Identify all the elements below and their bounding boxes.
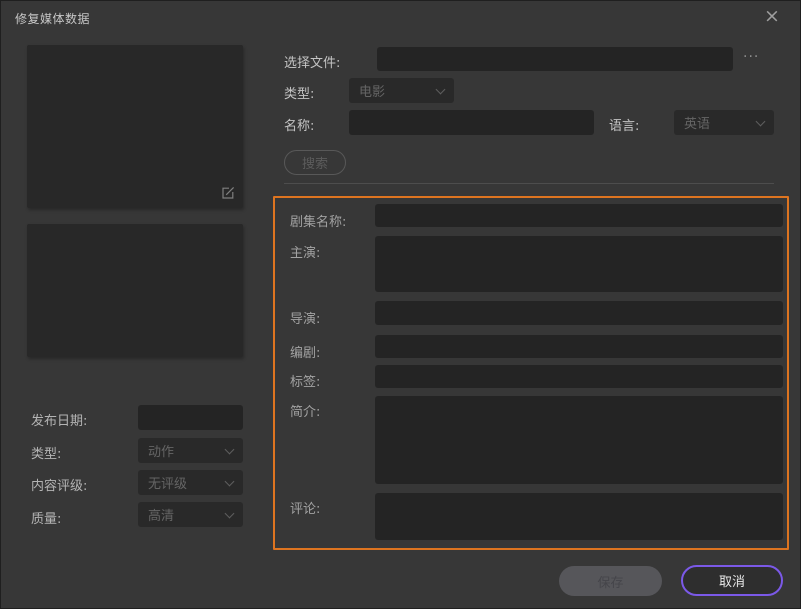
quality-select[interactable]: 高清: [138, 502, 243, 527]
director-label: 导演:: [290, 308, 320, 327]
synopsis-label: 简介:: [290, 401, 320, 420]
chevron-down-icon: [756, 117, 766, 127]
series-name-label: 剧集名称:: [290, 211, 346, 230]
tags-label: 标签:: [290, 371, 320, 390]
cancel-button[interactable]: 取消: [681, 565, 783, 596]
starring-label: 主演:: [290, 242, 320, 261]
edit-poster-icon[interactable]: [220, 185, 236, 201]
screenwriter-label: 编剧:: [290, 342, 320, 361]
genre-value: 动作: [148, 441, 174, 460]
series-name-input[interactable]: [375, 204, 783, 227]
content-rating-select[interactable]: 无评级: [138, 470, 243, 495]
media-type-value: 电影: [359, 81, 385, 100]
search-button[interactable]: 搜索: [284, 150, 346, 175]
browse-file-button[interactable]: ···: [743, 49, 759, 65]
select-file-input[interactable]: [377, 47, 733, 71]
starring-textarea[interactable]: [375, 236, 783, 292]
chevron-down-icon: [225, 445, 235, 455]
quality-value: 高清: [148, 505, 174, 524]
release-date-label: 发布日期:: [31, 410, 87, 429]
content-rating-value: 无评级: [148, 473, 187, 492]
name-input[interactable]: [349, 110, 594, 135]
select-file-label: 选择文件:: [284, 52, 340, 71]
poster-placeholder: [27, 45, 243, 208]
name-label: 名称:: [284, 115, 314, 134]
backdrop-placeholder: [27, 224, 243, 357]
director-input[interactable]: [375, 301, 783, 325]
genre-select[interactable]: 动作: [138, 438, 243, 463]
genre-label: 类型:: [31, 443, 61, 462]
synopsis-textarea[interactable]: [375, 396, 783, 484]
comments-textarea[interactable]: [375, 493, 783, 540]
section-divider: [284, 183, 774, 184]
chevron-down-icon: [225, 477, 235, 487]
language-label: 语言:: [609, 115, 639, 134]
metadata-highlight-box: 剧集名称: 主演: 导演: 编剧: 标签: 简介: 评论:: [273, 196, 789, 550]
language-value: 英语: [684, 113, 710, 132]
quality-label: 质量:: [31, 508, 61, 527]
chevron-down-icon: [225, 509, 235, 519]
media-type-select[interactable]: 电影: [349, 78, 454, 103]
release-date-input[interactable]: [138, 405, 243, 430]
chevron-down-icon: [436, 85, 446, 95]
repair-media-data-dialog: 修复媒体数据 × 发布日期: 类型: 动作 内容评级: 无评级 质量: 高清 选…: [0, 0, 801, 609]
save-button[interactable]: 保存: [559, 566, 662, 596]
close-icon[interactable]: ×: [761, 7, 783, 26]
content-rating-label: 内容评级:: [31, 475, 87, 494]
tags-input[interactable]: [375, 365, 783, 388]
language-select[interactable]: 英语: [674, 110, 774, 135]
media-type-label: 类型:: [284, 83, 314, 102]
screenwriter-input[interactable]: [375, 335, 783, 358]
comments-label: 评论:: [290, 498, 320, 517]
dialog-title: 修复媒体数据: [15, 10, 90, 27]
